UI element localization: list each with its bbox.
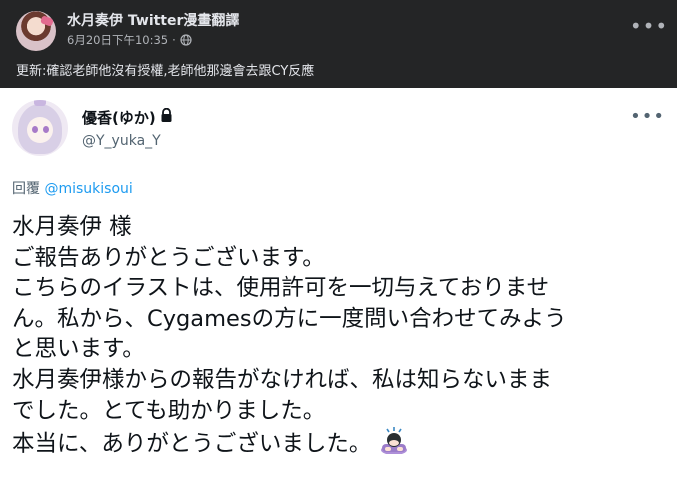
meta-separator: · [172,33,176,47]
reply-prefix: 回覆 [12,181,45,197]
tweet-body: 水月奏伊 様 ご報告ありがとうございます。 こちらのイラストは、使用許可を一切与… [12,212,667,463]
tweet-line: こちらのイラストは、使用許可を一切与えておりませ [12,275,550,302]
tweet-display-name: 優香(ゆか) [82,109,156,127]
more-horizontal-icon: ••• [629,14,669,38]
avatar-ribbon [39,15,55,27]
globe-icon[interactable] [180,34,192,46]
tweet-author-avatar [12,100,68,156]
tweet-line: ん。私から、Cygamesの方に一度問い合わせてみよう [12,305,567,332]
post-meta: 6月20日下午10:35 · [67,32,192,48]
person-bowing-emoji [379,426,409,463]
tweet-line: 水月奏伊様からの報告がなければ、私は知らないまま [12,366,553,393]
avatar-hair-clip [34,100,46,106]
tweet-last-line: 本当に、ありがとうございました。 [12,426,667,463]
tweet-line: 本当に、ありがとうございました。 [12,431,372,458]
facebook-post-header: 水月奏伊 Twitter漫畫翻譯 6月20日下午10:35 · ••• 更新:確… [0,0,677,88]
tweet-author-handle: @Y_yuka_Y [82,133,161,149]
tweet-reply-context: 回覆 @misukisoui [12,178,133,198]
tweet-line: と思います。 [12,336,145,363]
page-avatar[interactable] [16,11,56,51]
tweet-author-name: 優香(ゆか) [82,107,173,128]
tweet-line: でした。とても助かりました。 [12,397,326,424]
tweet-more-icon: ••• [630,106,665,127]
tweet-screenshot: 優香(ゆか) @Y_yuka_Y ••• 回覆 @misukisoui 水月奏伊… [0,88,677,484]
avatar-eye-left [32,126,38,133]
avatar-eye-right [43,126,49,133]
post-text: 更新:確認老師他沒有授權,老師他那邊會去跟CY反應 [16,64,315,79]
avatar-face [27,117,53,143]
post-more-options-button[interactable]: ••• [630,12,667,40]
tweet-line: ご報告ありがとうございます。 [12,244,325,271]
lock-icon [160,107,173,127]
reply-mention: @misukisoui [44,181,133,197]
post-timestamp-link[interactable]: 6月20日下午10:35 [67,32,168,48]
page-name-link[interactable]: 水月奏伊 Twitter漫畫翻譯 [67,10,239,30]
tweet-line: 水月奏伊 様 [12,214,132,240]
